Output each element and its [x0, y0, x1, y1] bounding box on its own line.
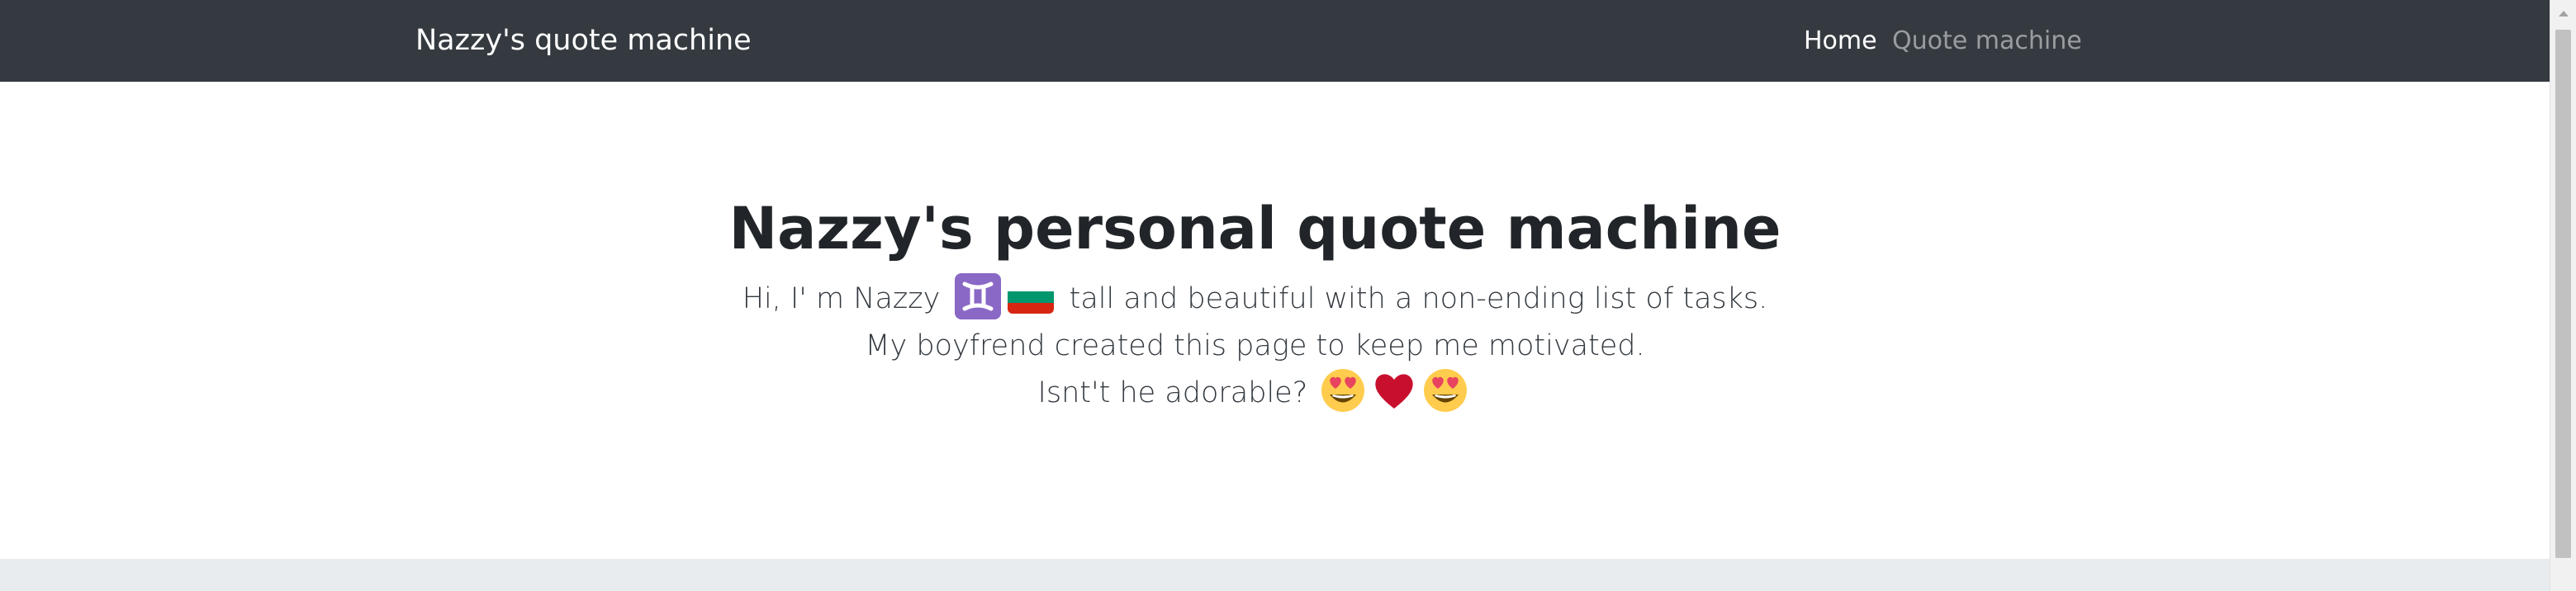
scrollbar-thumb[interactable] — [2555, 30, 2571, 558]
intro-line-2: My boyfrend created this page to keep me… — [865, 329, 1645, 362]
navbar-brand[interactable]: Nazzy's quote machine — [415, 0, 752, 82]
intro-line-1-suffix: tall and beautiful with a non-ending lis… — [1069, 282, 1768, 315]
intro-line-1-prefix: Hi, I' m Nazzy — [742, 282, 941, 315]
intro-line-3: Isnt't he adorable? — [0, 369, 2510, 417]
heart-eyes-face-icon — [1320, 367, 1366, 414]
gemini-icon — [954, 273, 1001, 319]
heart-eyes-face-icon — [1422, 367, 1468, 414]
intro-line-3-text: Isnt't he adorable? — [1037, 376, 1308, 409]
scroll-up-arrow-icon[interactable] — [2550, 0, 2576, 26]
intro-line-1: Hi, I' m Nazzy tall and beautiful with a… — [0, 273, 2510, 323]
page: Nazzy's quote machine Home Quote machine… — [0, 0, 2576, 591]
bulgaria-flag-icon — [1007, 281, 1054, 314]
nav-link-home[interactable]: Home — [1804, 0, 1877, 82]
navbar: Nazzy's quote machine Home Quote machine — [0, 0, 2550, 82]
red-heart-icon — [1371, 367, 1417, 414]
nav-link-quote-machine[interactable]: Quote machine — [1892, 0, 2082, 82]
content-section-background — [0, 559, 2550, 591]
vertical-scrollbar[interactable] — [2550, 0, 2576, 591]
page-title: Nazzy's personal quote machine — [728, 195, 1781, 262]
hero-jumbotron: Nazzy's personal quote machine Hi, I' m … — [0, 82, 2550, 559]
